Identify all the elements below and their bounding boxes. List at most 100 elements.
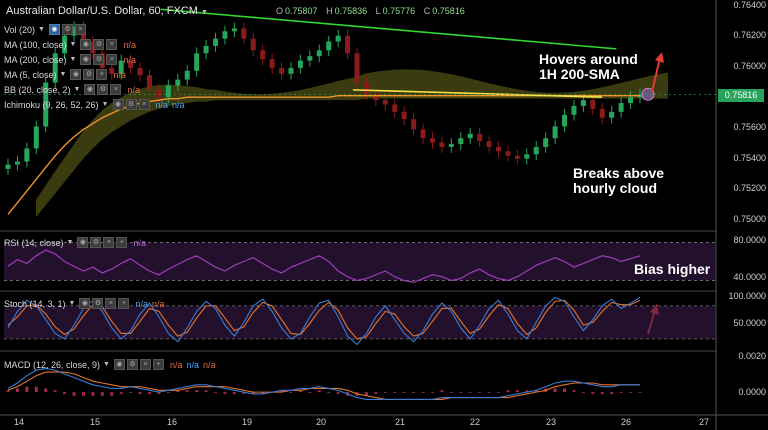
macd-hist-bar (6, 390, 10, 393)
chart-title: Australian Dollar/U.S. Dollar, 60, FXCM … (6, 5, 208, 17)
eye-icon[interactable]: ◉ (70, 69, 82, 80)
macd-hist-bar (232, 392, 236, 394)
candle-body (543, 138, 549, 147)
macd-hist-bar (317, 390, 321, 393)
legend-caret-icon[interactable]: ▼ (103, 361, 110, 368)
macd-hist-bar (166, 392, 170, 393)
macd-hist-bar (421, 392, 425, 393)
legend-caret-icon[interactable]: ▼ (60, 71, 67, 78)
macd-hist-bar (497, 392, 501, 393)
add-icon[interactable]: + (152, 359, 164, 370)
annotation-hover-sma: Hovers around 1H 200-SMA (539, 52, 638, 82)
settings-icon[interactable]: ⚙ (61, 24, 73, 35)
legend-macd[interactable]: MACD (12, 26, close, 9) ▼ ◉ ⚙ × + n/a n/… (4, 358, 216, 371)
macd-hist-bar (581, 392, 585, 393)
candle-body (316, 50, 322, 57)
add-icon[interactable]: + (116, 237, 128, 248)
legend-ma5[interactable]: MA (5, close) ▼ ◉ ⚙ × n/a (4, 68, 126, 81)
eye-icon[interactable]: ◉ (113, 359, 125, 370)
settings-icon[interactable]: ⚙ (93, 54, 105, 65)
legend-caret-icon[interactable]: ▼ (70, 41, 77, 48)
macd-hist-bar (553, 388, 557, 393)
candle-body (231, 28, 237, 32)
candle-body (618, 103, 624, 112)
legend-vol-label: Vol (20) (4, 24, 36, 35)
title-caret-icon[interactable]: ▼ (201, 9, 208, 16)
eye-icon[interactable]: ◉ (80, 39, 92, 50)
close-icon[interactable]: × (106, 39, 118, 50)
close-icon[interactable]: × (110, 84, 122, 95)
price-tick: 0.75200 (733, 183, 766, 193)
macd-hist-bar (468, 392, 472, 393)
candle-body (184, 70, 190, 80)
candle-body (505, 151, 511, 156)
legend-bb[interactable]: BB (20, close, 2) ▼ ◉ ⚙ × n/a (4, 83, 140, 96)
candle-body (146, 75, 152, 90)
time-tick: 27 (699, 417, 710, 427)
candle-body (562, 114, 568, 127)
macd-hist-bar (610, 392, 614, 394)
settings-icon[interactable]: ⚙ (126, 359, 138, 370)
candle-body (514, 155, 520, 159)
time-tick: 26 (621, 417, 632, 427)
eye-icon[interactable]: ◉ (80, 54, 92, 65)
settings-icon[interactable]: ⚙ (90, 237, 102, 248)
candle-body (477, 133, 483, 142)
close-icon[interactable]: × (139, 359, 151, 370)
ohlc-close-key: C (423, 6, 431, 16)
legend-caret-icon[interactable]: ▼ (74, 86, 81, 93)
legend-ma200[interactable]: MA (200, close) ▼ ◉ ⚙ × n/a (4, 53, 136, 66)
ohlc-low-key: L (375, 6, 381, 16)
eye-icon[interactable]: ◉ (77, 237, 89, 248)
legend-caret-icon[interactable]: ▼ (69, 300, 76, 307)
macd-hist-bar (600, 392, 604, 394)
macd-hist-bar (119, 392, 123, 394)
annotation-hover-line2: 1H 200-SMA (539, 66, 620, 82)
candle-body (467, 133, 473, 139)
add-icon[interactable]: + (118, 298, 130, 309)
eye-icon[interactable]: ◉ (112, 99, 124, 110)
settings-icon[interactable]: ⚙ (125, 99, 137, 110)
macd-hist-bar (15, 388, 19, 393)
legend-vol[interactable]: Vol (20) ▼ ◉ ⚙ × (4, 23, 88, 36)
close-icon[interactable]: × (138, 99, 150, 110)
settings-icon[interactable]: ⚙ (92, 298, 104, 309)
legend-caret-icon[interactable]: ▼ (70, 56, 77, 63)
candle-body (288, 67, 294, 74)
legend-caret-icon[interactable]: ▼ (67, 239, 74, 246)
time-tick: 20 (316, 417, 327, 427)
legend-caret-icon[interactable]: ▼ (102, 101, 109, 108)
candle-body (269, 59, 275, 68)
legend-value: n/a (123, 39, 136, 50)
close-icon[interactable]: × (106, 54, 118, 65)
eye-icon[interactable]: ◉ (48, 24, 60, 35)
macd-hist-bar (393, 392, 397, 393)
macd-hist-bar (515, 390, 519, 393)
settings-icon[interactable]: ⚙ (93, 39, 105, 50)
candle-body (335, 35, 341, 42)
macd-hist-bar (147, 392, 151, 394)
legend-rsi[interactable]: RSI (14, close) ▼ ◉ ⚙ × + n/a (4, 236, 146, 249)
close-icon[interactable]: × (103, 237, 115, 248)
legend-stoch[interactable]: Stoch (14, 3, 1) ▼ ◉ ⚙ × + n/a n/a (4, 297, 165, 310)
legend-caret-icon[interactable]: ▼ (38, 26, 45, 33)
time-tick: 14 (14, 417, 25, 427)
eye-icon[interactable]: ◉ (84, 84, 96, 95)
legend-ma100[interactable]: MA (100, close) ▼ ◉ ⚙ × n/a (4, 38, 136, 51)
macd-hist-bar (591, 392, 595, 394)
macd-hist-bar (185, 390, 189, 393)
settings-icon[interactable]: ⚙ (83, 69, 95, 80)
close-icon[interactable]: × (74, 24, 86, 35)
close-icon[interactable]: × (96, 69, 108, 80)
candle-body (222, 31, 228, 39)
eye-icon[interactable]: ◉ (79, 298, 91, 309)
symbol-title[interactable]: Australian Dollar/U.S. Dollar, 60, FXCM (6, 5, 198, 17)
legend-value: n/a (152, 298, 165, 309)
settings-icon[interactable]: ⚙ (97, 84, 109, 95)
legend-ma100-label: MA (100, close) (4, 39, 67, 50)
candle-body (175, 79, 181, 86)
macd-hist-bar (129, 392, 133, 393)
legend-stoch-label: Stoch (14, 3, 1) (4, 298, 66, 309)
close-icon[interactable]: × (105, 298, 117, 309)
legend-ichimoku[interactable]: Ichimoku (9, 26, 52, 26) ▼ ◉ ⚙ × n/a n/a (4, 98, 185, 111)
